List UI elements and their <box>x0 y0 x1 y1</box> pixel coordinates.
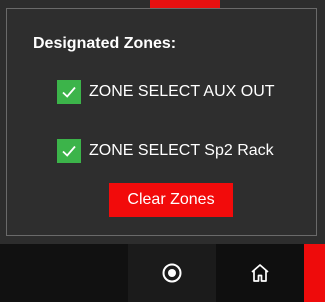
zone-item-sp2-rack[interactable]: ZONE SELECT Sp2 Rack <box>57 139 274 163</box>
zone-checkbox-sp2-rack[interactable] <box>57 139 81 163</box>
record-button[interactable] <box>128 244 216 302</box>
record-circle-icon <box>162 263 182 283</box>
taskbar-red-element <box>304 244 325 302</box>
checkmark-icon <box>62 86 76 98</box>
designated-zones-flyout: Designated Zones: ZONE SELECT AUX OUT ZO… <box>6 8 317 236</box>
checkmark-icon <box>62 145 76 157</box>
zone-checkbox-aux-out[interactable] <box>57 80 81 104</box>
zone-label-aux-out: ZONE SELECT AUX OUT <box>89 83 275 100</box>
bottom-command-bar <box>0 244 325 302</box>
app-screen: Designated Zones: ZONE SELECT AUX OUT ZO… <box>0 0 325 302</box>
zone-label-sp2-rack: ZONE SELECT Sp2 Rack <box>89 142 274 159</box>
home-icon <box>251 264 269 282</box>
clear-zones-button[interactable]: Clear Zones <box>109 183 233 217</box>
zone-item-aux-out[interactable]: ZONE SELECT AUX OUT <box>57 80 275 104</box>
home-button[interactable] <box>216 244 304 302</box>
flyout-title: Designated Zones: <box>33 35 177 52</box>
